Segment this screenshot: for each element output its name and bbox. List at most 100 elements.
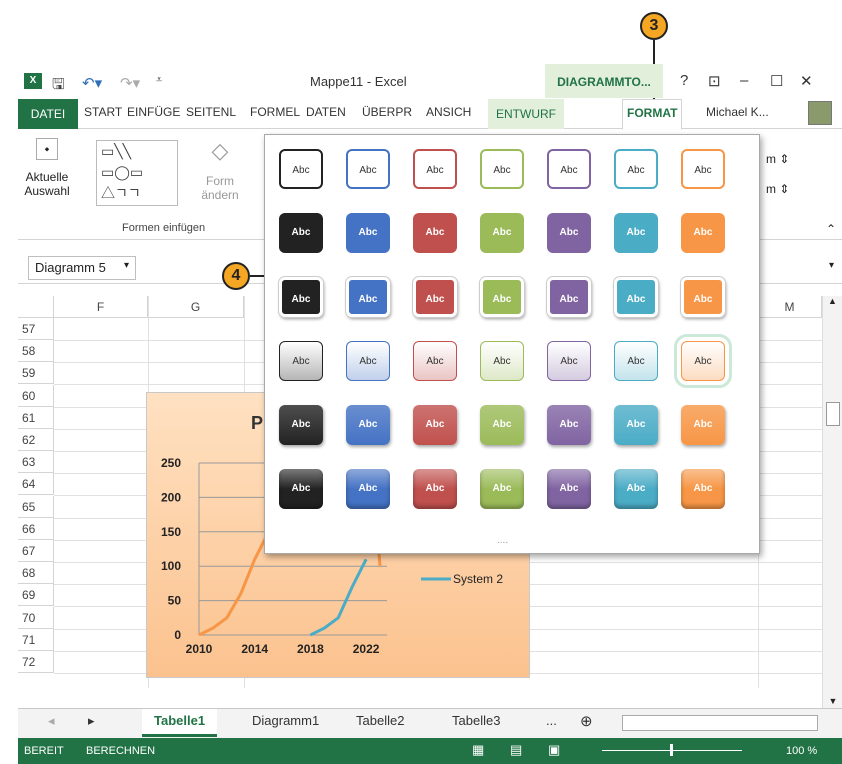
tab-einfuegen[interactable]: EINFÜGE [127,105,180,119]
shape-style-swatch[interactable]: Abc [674,334,732,388]
sheet-nav-next-icon[interactable]: ▸ [88,713,95,729]
user-avatar[interactable] [808,101,832,125]
row-header[interactable]: 60 [18,384,54,407]
status-calculate[interactable]: BERECHNEN [86,745,155,757]
shape-style-swatch[interactable]: Abc [547,341,591,381]
form-aendern-button[interactable]: ◇ Form ändern [198,138,242,202]
shape-style-swatch[interactable]: Abc [681,277,725,317]
customize-qat-icon[interactable]: ⩡ [156,74,162,87]
shape-style-swatch[interactable]: Abc [413,405,457,445]
shape-style-swatch[interactable]: Abc [480,149,524,189]
column-header-g[interactable]: G [148,296,244,318]
minimize-icon[interactable]: – [740,72,748,89]
row-header[interactable]: 64 [18,473,54,496]
row-header[interactable]: 71 [18,628,54,651]
zoom-thumb[interactable] [670,744,673,756]
vertical-scrollbar[interactable]: ▲ ▼ [822,296,842,708]
sheet-tab-tabelle2[interactable]: Tabelle2 [356,713,404,728]
horizontal-scrollbar[interactable] [622,715,818,731]
row-header[interactable]: 72 [18,651,54,673]
row-header[interactable]: 63 [18,451,54,474]
shape-style-swatch[interactable]: Abc [614,149,658,189]
height-spinner[interactable]: m ⇕ [766,152,789,166]
ribbon-display-icon[interactable]: ⊡ [708,72,721,90]
sheet-tab-diagramm1[interactable]: Diagramm1 [252,713,319,728]
shape-style-swatch[interactable]: Abc [279,277,323,317]
shape-style-swatch[interactable]: Abc [480,405,524,445]
add-sheet-icon[interactable]: ⊕ [580,712,593,730]
tab-seitenlayout[interactable]: SEITENL [186,105,236,119]
shape-style-swatch[interactable]: Abc [547,277,591,317]
row-header[interactable]: 59 [18,362,54,385]
tab-ueberpruefen[interactable]: ÜBERPR [362,105,412,119]
row-header[interactable]: 65 [18,495,54,518]
corner-select-all[interactable] [18,296,54,318]
tab-start[interactable]: START [84,105,122,119]
shape-style-swatch[interactable]: Abc [614,341,658,381]
current-selection-button[interactable]: ⬩ Aktuelle Auswahl [22,138,72,198]
shape-style-swatch[interactable]: Abc [480,277,524,317]
tab-format[interactable]: FORMAT [622,99,683,130]
shape-style-swatch[interactable]: Abc [480,341,524,381]
row-header[interactable]: 61 [18,406,54,429]
shape-style-swatch[interactable]: Abc [547,149,591,189]
shape-style-swatch[interactable]: Abc [346,341,390,381]
shapes-gallery[interactable]: ▭╲╲ ▭◯▭ △ㄱㄱ [96,140,178,206]
scroll-thumb[interactable] [826,402,840,426]
shape-style-swatch[interactable]: Abc [681,405,725,445]
sheet-more[interactable]: ... [546,713,557,728]
row-header[interactable]: 62 [18,429,54,451]
sheet-nav-prev-icon[interactable]: ◂ [48,713,55,729]
shape-style-swatch[interactable]: Abc [480,469,524,509]
row-header[interactable]: 66 [18,517,54,540]
name-box[interactable]: Diagramm 5 ▾ [28,256,136,280]
zoom-level[interactable]: 100 % [786,745,817,757]
sheet-tab-tabelle1[interactable]: Tabelle1 [142,709,218,737]
user-name[interactable]: Michael K... [706,105,769,119]
row-header[interactable]: 68 [18,562,54,585]
shape-style-swatch[interactable]: Abc [614,405,658,445]
shape-style-swatch[interactable]: Abc [346,469,390,509]
shape-style-swatch[interactable]: Abc [279,469,323,509]
shape-style-swatch[interactable]: Abc [279,149,323,189]
shape-style-swatch[interactable]: Abc [614,213,658,253]
shape-style-swatch[interactable]: Abc [413,149,457,189]
redo-icon[interactable]: ↷▾ [120,74,140,92]
shape-style-swatch[interactable]: Abc [681,213,725,253]
row-header[interactable]: 58 [18,340,54,363]
tab-entwurf[interactable]: ENTWURF [488,99,564,129]
scroll-up-icon[interactable]: ▲ [823,296,842,306]
expand-formula-icon[interactable]: ▾ [829,260,834,271]
shape-style-swatch[interactable]: Abc [346,405,390,445]
shape-style-swatch[interactable]: Abc [279,405,323,445]
width-spinner[interactable]: m ⇕ [766,182,789,196]
shape-style-swatch[interactable]: Abc [413,341,457,381]
shape-style-swatch[interactable]: Abc [547,469,591,509]
shape-style-swatch[interactable]: Abc [279,341,323,381]
save-icon[interactable]: 🖫 [52,74,65,99]
shape-style-swatch[interactable]: Abc [346,149,390,189]
column-header-m[interactable]: M [758,296,822,318]
shape-style-swatch[interactable]: Abc [279,213,323,253]
normal-view-icon[interactable]: ▦ [472,742,484,758]
close-icon[interactable]: ✕ [800,72,813,90]
shape-style-swatch[interactable]: Abc [346,277,390,317]
shape-style-swatch[interactable]: Abc [413,213,457,253]
tab-ansicht[interactable]: ANSICH [426,105,471,119]
sheet-tab-tabelle3[interactable]: Tabelle3 [452,713,500,728]
shape-style-swatch[interactable]: Abc [614,277,658,317]
tab-daten[interactable]: DATEN [306,105,346,119]
collapse-ribbon-icon[interactable]: ⌃ [826,222,836,236]
page-break-view-icon[interactable]: ▣ [548,742,560,758]
row-header[interactable]: 67 [18,540,54,562]
shape-style-swatch[interactable]: Abc [480,213,524,253]
shape-style-swatch[interactable]: Abc [413,277,457,317]
shape-style-swatch[interactable]: Abc [413,469,457,509]
help-button[interactable]: ? [680,72,688,89]
row-header[interactable]: 57 [18,318,54,340]
column-header-f[interactable]: F [54,296,148,318]
tab-formeln[interactable]: FORMEL [250,105,300,119]
shape-style-swatch[interactable]: Abc [681,469,725,509]
shape-style-swatch[interactable]: Abc [614,469,658,509]
row-header[interactable]: 70 [18,606,54,629]
